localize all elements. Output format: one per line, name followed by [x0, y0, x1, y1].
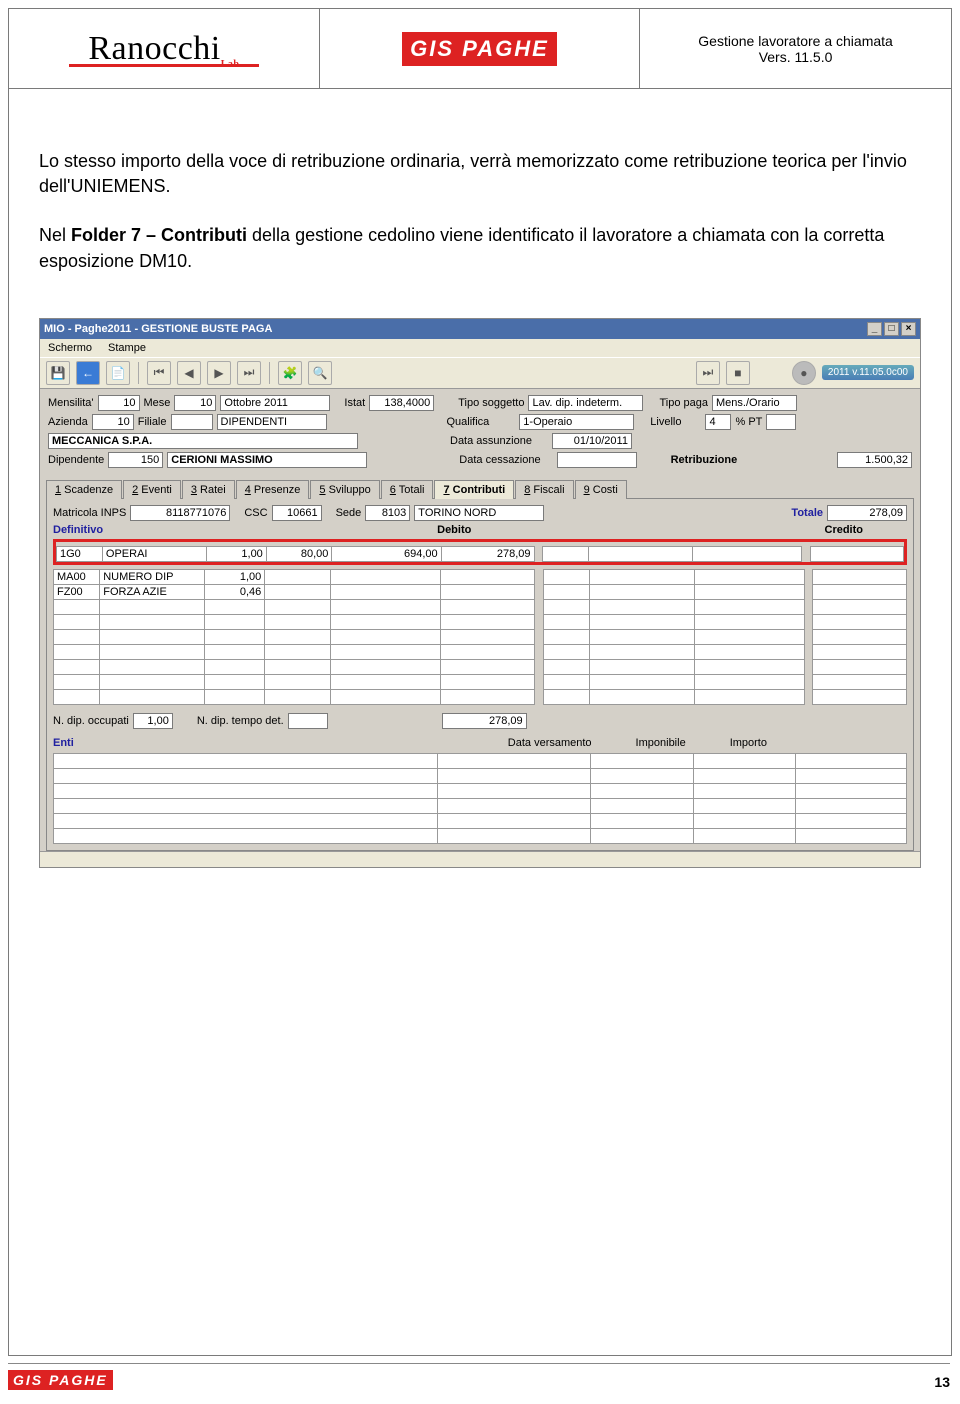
definitivo-label: Definitivo — [53, 524, 103, 536]
close-button[interactable]: × — [901, 322, 916, 336]
ntempo-field — [288, 713, 328, 729]
filiale-txt-field: DIPENDENTI — [217, 414, 327, 430]
sede-txt-field: TORINO NORD — [414, 505, 544, 521]
search-icon[interactable]: 🔍 — [308, 361, 332, 385]
titlebar: MIO - Paghe2011 - GESTIONE BUSTE PAGA _ … — [40, 319, 920, 339]
body-text: Lo stesso importo della voce di retribuz… — [9, 89, 951, 318]
back-icon[interactable]: ← — [76, 361, 100, 385]
footer-logo: GIS PAGHE — [8, 1370, 113, 1390]
puzzle-icon[interactable]: 🧩 — [278, 361, 302, 385]
sum-debito: 278,09 — [442, 713, 527, 729]
next-icon[interactable]: ▶ — [207, 361, 231, 385]
contrib-table: MA00 NUMERO DIP 1,00 FZ00 FORZA AZIE 0,4… — [53, 569, 907, 705]
enti-label: Enti — [53, 737, 74, 749]
page-number: 13 — [934, 1374, 950, 1390]
tab-scadenze[interactable]: 1 Scadenze — [46, 480, 122, 499]
minimize-button[interactable]: _ — [867, 322, 882, 336]
tab-costi[interactable]: 9 Costi — [575, 480, 627, 499]
datacess-field — [557, 452, 637, 468]
first-icon[interactable]: ⏮ — [147, 361, 171, 385]
brand-logo: RanocchiLab — [69, 30, 259, 70]
paragraph-2: Nel Folder 7 – Contributi della gestione… — [39, 223, 921, 273]
tab-fiscali[interactable]: 8 Fiscali — [515, 480, 573, 499]
totale-field: 278,09 — [827, 505, 907, 521]
tab-sviluppo[interactable]: 5 Sviluppo — [310, 480, 379, 499]
highlighted-row: 1G0 OPERAI 1,00 80,00 694,00 278,09 — [53, 539, 907, 565]
qualifica-field: 1-Operaio — [519, 414, 634, 430]
dataass-field: 01/10/2011 — [552, 433, 632, 449]
product-cell: GIS PAGHE — [320, 9, 640, 88]
tab-presenze[interactable]: 4 Presenze — [236, 480, 310, 499]
filiale-field[interactable] — [171, 414, 213, 430]
istat-field: 138,4000 — [369, 395, 434, 411]
version-badge: 2011 v.11.05.0c00 — [822, 365, 914, 380]
menu-stampe[interactable]: Stampe — [108, 342, 146, 354]
doc-title: Gestione lavoratore a chiamata — [698, 33, 893, 49]
ragsoc-field: MECCANICA S.P.A. — [48, 433, 358, 449]
window-title: MIO - Paghe2011 - GESTIONE BUSTE PAGA — [44, 323, 272, 335]
sede-code-field: 8103 — [365, 505, 410, 521]
csc-field: 10661 — [272, 505, 322, 521]
dip-num-field[interactable]: 150 — [108, 452, 163, 468]
livello-field: 4 — [705, 414, 731, 430]
menubar: Schermo Stampe — [40, 339, 920, 357]
pt-field — [766, 414, 796, 430]
retrib-field: 1.500,32 — [837, 452, 912, 468]
tiposogg-field: Lav. dip. indeterm. — [528, 395, 643, 411]
prev-icon[interactable]: ◀ — [177, 361, 201, 385]
record-icon[interactable]: ● — [792, 361, 816, 385]
info-grid: Mensilita' 10 Mese 10 Ottobre 2011 Istat… — [40, 389, 920, 475]
mese-txt-field: Ottobre 2011 — [220, 395, 330, 411]
app-screenshot: MIO - Paghe2011 - GESTIONE BUSTE PAGA _ … — [39, 318, 921, 868]
product-logo: GIS PAGHE — [402, 32, 557, 66]
tab-totali[interactable]: 6 Totali — [381, 480, 434, 499]
brand-cell: RanocchiLab — [9, 9, 320, 88]
dip-name-field: CERIONI MASSIMO — [167, 452, 367, 468]
maximize-button[interactable]: □ — [884, 322, 899, 336]
save-icon[interactable]: 💾 — [46, 361, 70, 385]
ndip-field: 1,00 — [133, 713, 173, 729]
tab-eventi[interactable]: 2 Eventi — [123, 480, 181, 499]
stop-icon[interactable]: ■ — [726, 361, 750, 385]
doc-version: Vers. 11.5.0 — [759, 49, 833, 65]
paragraph-1: Lo stesso importo della voce di retribuz… — [39, 149, 921, 199]
tab-contributi[interactable]: 7 Contributi — [434, 480, 514, 499]
toolbar: 💾 ← 📄 ⏮ ◀ ▶ ⏭ 🧩 🔍 ⏭ ■ ● 2011 v.11.05.0c0… — [40, 357, 920, 389]
matricola-field: 8118771076 — [130, 505, 230, 521]
last-icon[interactable]: ⏭ — [237, 361, 261, 385]
window-controls: _ □ × — [867, 322, 916, 336]
skip-icon[interactable]: ⏭ — [696, 361, 720, 385]
menu-schermo[interactable]: Schermo — [48, 342, 92, 354]
notes-icon[interactable]: 📄 — [106, 361, 130, 385]
tab-body: Matricola INPS 8118771076 CSC 10661 Sede… — [46, 498, 914, 851]
azienda-field[interactable]: 10 — [92, 414, 134, 430]
tab-ratei[interactable]: 3 Ratei — [182, 480, 235, 499]
doc-info: Gestione lavoratore a chiamata Vers. 11.… — [640, 9, 951, 88]
mese-num-field[interactable]: 10 — [174, 395, 216, 411]
enti-table — [53, 753, 907, 844]
tabs: 1 Scadenze 2 Eventi 3 Ratei 4 Presenze 5… — [40, 479, 920, 498]
mensilita-field[interactable]: 10 — [98, 395, 140, 411]
tipopaga-field: Mens./Orario — [712, 395, 797, 411]
